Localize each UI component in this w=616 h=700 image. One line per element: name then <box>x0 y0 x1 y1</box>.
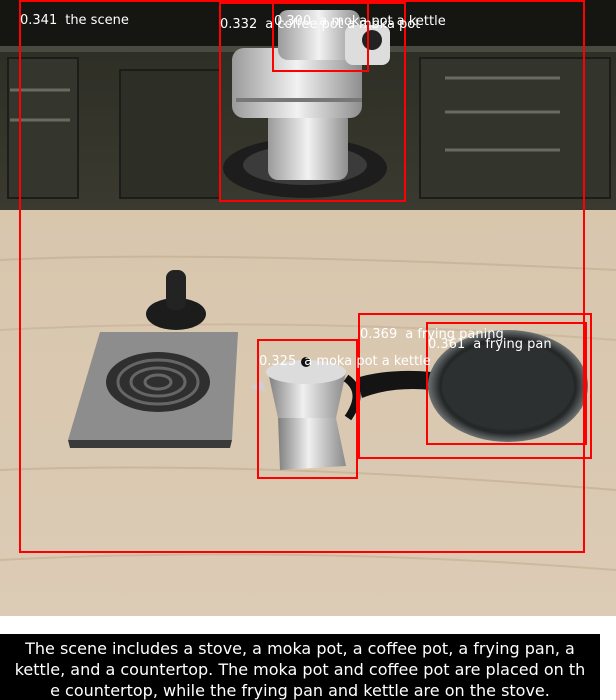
detection-label: 0.361 a frying pan <box>428 337 552 352</box>
detection-label: 0.325 a moka pot a kettle <box>259 354 431 369</box>
caption-line: The scene includes a stove, a moka pot, … <box>25 639 575 658</box>
caption-line: kettle, and a countertop. The moka pot a… <box>14 660 586 679</box>
detection-label: 0.341 the scene <box>20 13 129 28</box>
caption-line: e countertop, while the frying pan and k… <box>50 681 550 700</box>
caption-text: The scene includes a stove, a moka pot, … <box>0 634 600 700</box>
scene-image: 0.341 the scene 0.332 a coffee pot a moka … <box>0 0 616 616</box>
detection-label: 0.300 a moka pot a kettle <box>274 14 446 29</box>
